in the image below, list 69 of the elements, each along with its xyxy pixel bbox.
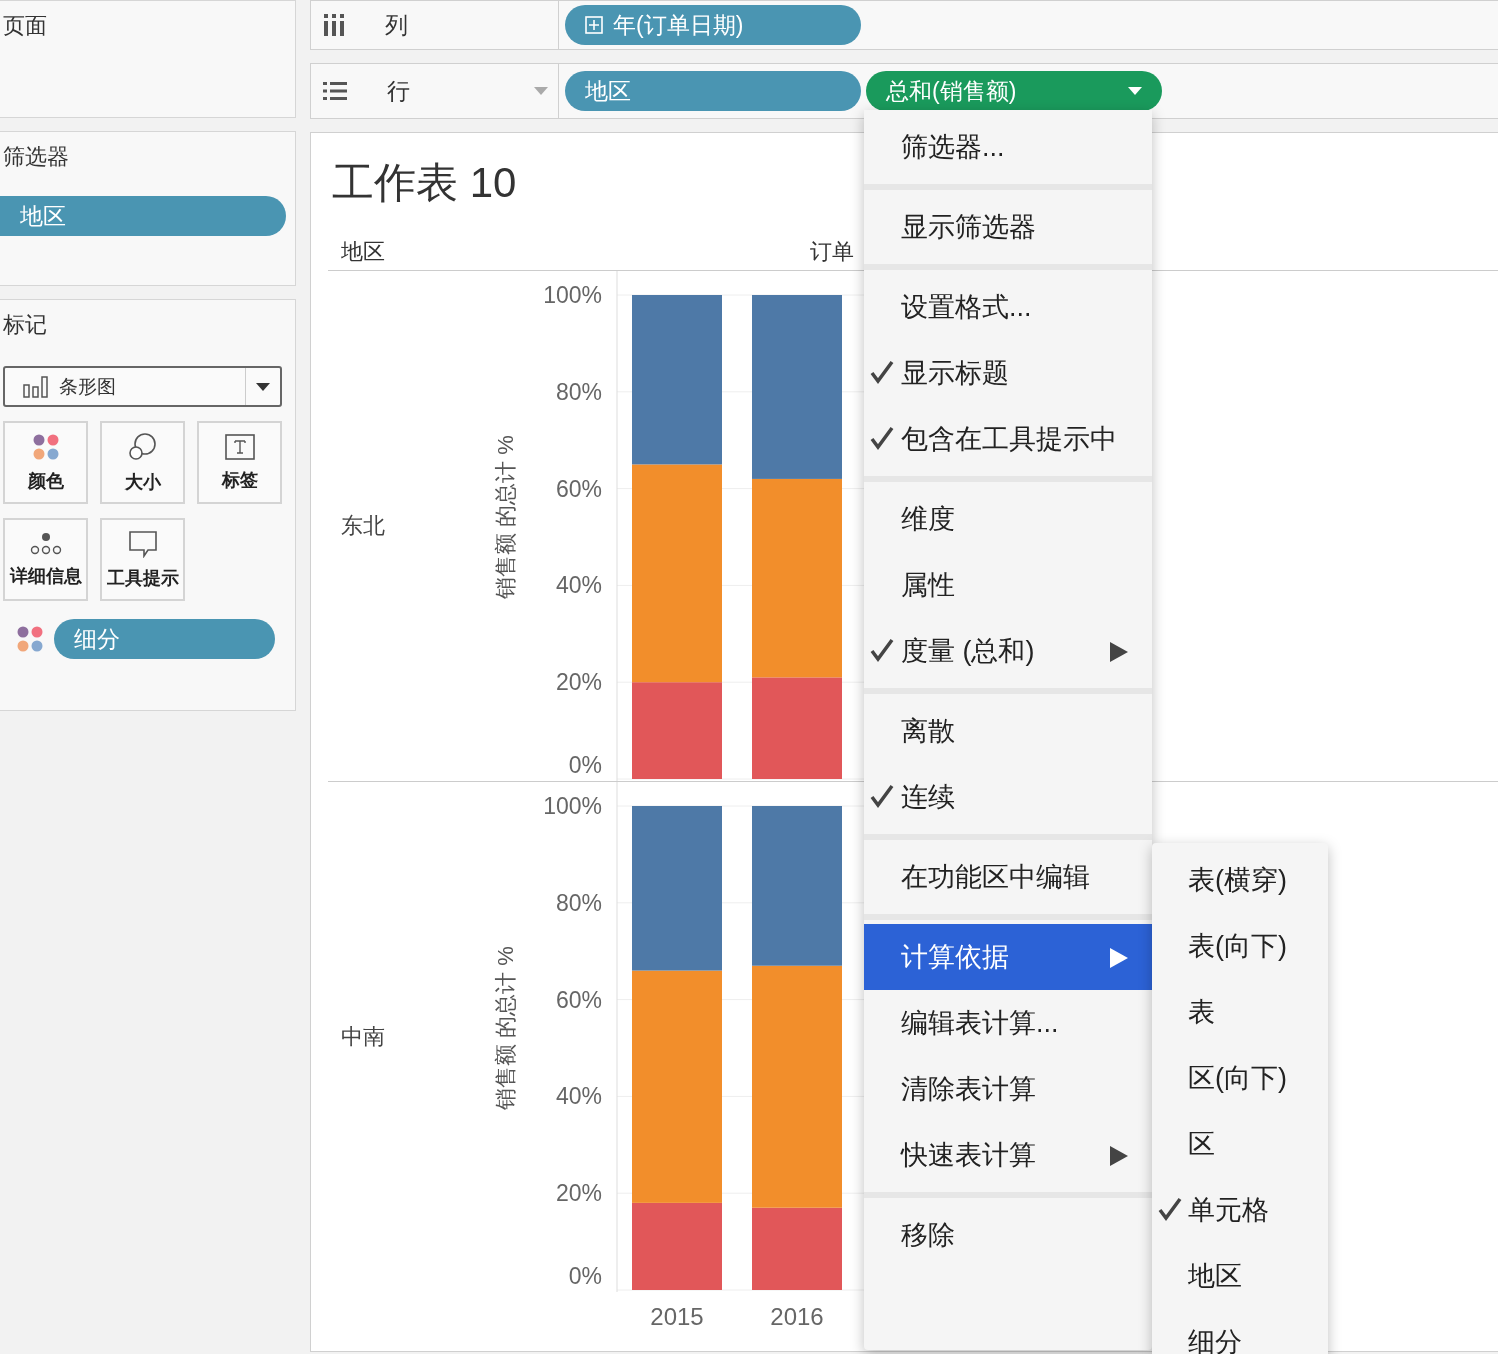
menu-item[interactable]: 区(向下) (1152, 1045, 1328, 1111)
menu-item[interactable]: 设置格式... (864, 274, 1152, 340)
column-header: 地区 (341, 238, 385, 264)
axis-tick-label: 40% (555, 1083, 602, 1110)
dots-icon (29, 531, 62, 556)
caret-icon (1128, 87, 1142, 95)
shelf-label: 列 (385, 10, 409, 40)
axis-tick-label: 2016 (770, 1303, 824, 1330)
menu-item[interactable]: 单元格 (1152, 1177, 1328, 1243)
menu-item[interactable]: 清除表计算 (864, 1056, 1152, 1122)
row-header: 东北 (341, 511, 385, 540)
axis-tick-label: 60% (555, 475, 602, 502)
marks-card-button[interactable]: 详细信息 (3, 518, 88, 601)
axis-tick-label: 0% (568, 1263, 602, 1289)
axis-tick-label: 2015 (650, 1303, 704, 1330)
axis-title: 销售额 的总计 % (493, 435, 518, 599)
menu-item[interactable]: 编辑表计算... (864, 990, 1152, 1056)
menu-item[interactable]: 表(向下) (1152, 913, 1328, 979)
menu-item[interactable]: 离散 (864, 698, 1152, 764)
menu-item[interactable]: 显示标题 (864, 340, 1152, 406)
list-icon (323, 81, 347, 101)
menu-item[interactable]: 表 (1152, 979, 1328, 1045)
menu-item[interactable]: 连续 (864, 764, 1152, 830)
menu-item[interactable]: 区 (1152, 1111, 1328, 1177)
caret-icon (256, 382, 270, 391)
axis-tick-label: 100% (543, 793, 602, 819)
menu-item[interactable]: 包含在工具提示中 (864, 406, 1152, 472)
menu-item[interactable]: 度量 (总和) (864, 618, 1152, 684)
speech-bubble-icon (127, 529, 158, 558)
shelf-label: 行 (387, 76, 411, 106)
menu-item[interactable]: 细分 (1152, 1309, 1328, 1354)
menu-item[interactable]: 移除 (864, 1202, 1152, 1268)
axis-tick-label: 20% (555, 1180, 602, 1207)
marks-card-button[interactable]: 大小 (100, 421, 185, 504)
menu-item[interactable]: 快速表计算 (864, 1122, 1152, 1188)
axis-title: 销售额 的总计 % (493, 946, 518, 1110)
marks-card-button[interactable]: 标签 (197, 421, 282, 504)
axis-tick-label: 0% (568, 752, 602, 778)
columns-icon (323, 14, 345, 36)
menu-item[interactable]: 筛选器... (864, 114, 1152, 180)
marks-card-button[interactable]: 工具提示 (100, 518, 185, 601)
axis-tick-label: 40% (555, 572, 602, 599)
sheet-title: 工作表 10 (332, 158, 517, 208)
text-icon (224, 433, 255, 460)
panel-title: 筛选器 (2, 143, 70, 171)
caret-icon (534, 87, 548, 95)
axis-tick-label: 100% (543, 282, 602, 308)
bar-chart-icon (23, 375, 49, 398)
color-dots-icon (31, 432, 60, 461)
row-header: 中南 (341, 1022, 385, 1051)
panel-title: 页面 (2, 12, 48, 40)
menu-item[interactable]: 维度 (864, 486, 1152, 552)
field-pill[interactable]: 总和(销售额) (866, 71, 1162, 111)
mark-type-dropdown[interactable]: 条形图 (3, 366, 282, 407)
menu-item[interactable]: 属性 (864, 552, 1152, 618)
column-header: 订单 (810, 237, 854, 266)
menu-item[interactable]: 计算依据 (864, 924, 1152, 990)
menu-item[interactable]: 地区 (1152, 1243, 1328, 1309)
color-dots-icon (16, 625, 44, 653)
circles-icon (127, 431, 158, 462)
axis-tick-label: 80% (555, 889, 602, 916)
menu-item[interactable]: 显示筛选器 (864, 194, 1152, 260)
axis-tick-label: 20% (555, 669, 602, 696)
menu-item[interactable]: 表(横穿) (1152, 847, 1328, 913)
axis-tick-label: 80% (555, 378, 602, 405)
axis-tick-label: 60% (555, 986, 602, 1013)
panel-title: 标记 (2, 311, 48, 339)
marks-card-button[interactable]: 颜色 (3, 421, 88, 504)
menu-item[interactable]: 在功能区中编辑 (864, 844, 1152, 910)
